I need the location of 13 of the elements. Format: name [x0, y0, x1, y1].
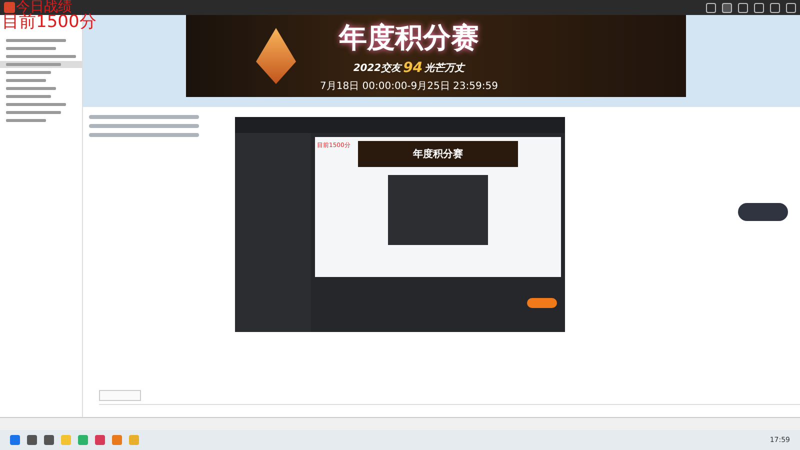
banner-dates: 7月18日 00:00:00-9月25日 23:59:59: [320, 80, 498, 93]
banner-subtitle: 2022交友: [353, 61, 402, 75]
banner-highlight: 94: [403, 60, 423, 76]
banner-subtitle: 光芒万丈: [424, 62, 465, 75]
banner-title: 年度积分赛: [413, 147, 463, 161]
app-icon[interactable]: [44, 435, 54, 445]
overlay-score-text: 目前1500分: [2, 14, 96, 31]
start-button[interactable]: [527, 298, 557, 308]
tooltip: [99, 390, 141, 401]
banner-title: 年度积分赛: [338, 20, 479, 56]
app-logo-icon: [4, 2, 15, 13]
floating-widget[interactable]: [738, 203, 788, 221]
sidebar-item[interactable]: [0, 61, 82, 68]
